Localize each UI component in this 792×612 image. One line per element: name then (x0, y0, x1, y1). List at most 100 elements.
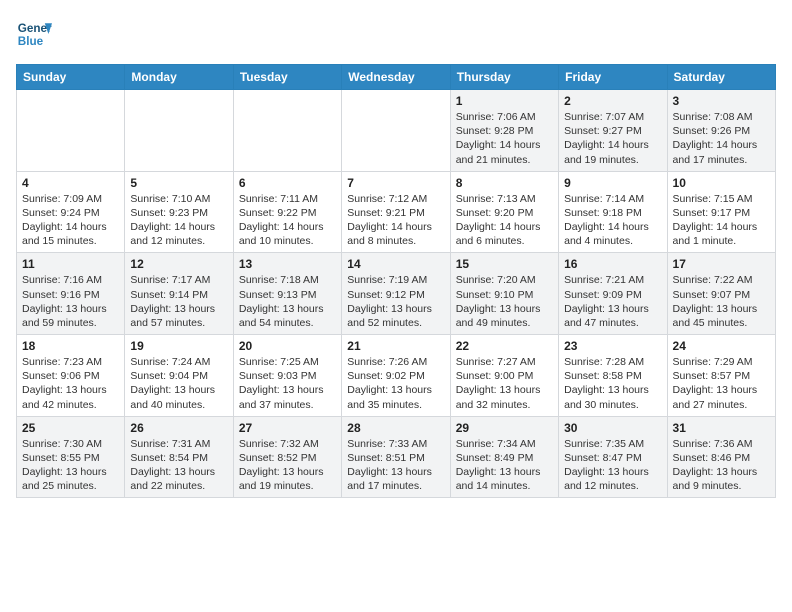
day-number: 1 (456, 94, 553, 108)
day-number: 12 (130, 257, 227, 271)
day-info: Sunrise: 7:13 AM Sunset: 9:20 PM Dayligh… (456, 192, 553, 249)
calendar-cell: 31 Sunrise: 7:36 AM Sunset: 8:46 PM Dayli… (667, 416, 775, 498)
calendar-cell: 23 Sunrise: 7:28 AM Sunset: 8:58 PM Dayli… (559, 335, 667, 417)
day-info: Sunrise: 7:08 AM Sunset: 9:26 PM Dayligh… (673, 110, 770, 167)
calendar-cell: 18Sunrise: 7:23 AM Sunset: 9:06 PM Dayli… (17, 335, 125, 417)
calendar-cell: 25 Sunrise: 7:30 AM Sunset: 8:55 PM Dayli… (17, 416, 125, 498)
day-header-row: SundayMondayTuesdayWednesdayThursdayFrid… (17, 65, 776, 90)
day-info: Sunrise: 7:20 AM Sunset: 9:10 PM Dayligh… (456, 273, 553, 330)
day-info: Sunrise: 7:06 AM Sunset: 9:28 PM Dayligh… (456, 110, 553, 167)
week-row-1: 1 Sunrise: 7:06 AM Sunset: 9:28 PM Daylig… (17, 90, 776, 172)
logo: General Blue (16, 16, 52, 52)
day-info: Sunrise: 7:17 AM Sunset: 9:14 PM Dayligh… (130, 273, 227, 330)
day-number: 7 (347, 176, 444, 190)
day-number: 4 (22, 176, 119, 190)
day-info: Sunrise: 7:21 AM Sunset: 9:09 PM Dayligh… (564, 273, 661, 330)
day-number: 21 (347, 339, 444, 353)
logo-icon: General Blue (16, 16, 52, 52)
day-header-sunday: Sunday (17, 65, 125, 90)
calendar-cell (342, 90, 450, 172)
day-info: Sunrise: 7:35 AM Sunset: 8:47 PM Dayligh… (564, 437, 661, 494)
calendar-cell: 30 Sunrise: 7:35 AM Sunset: 8:47 PM Dayli… (559, 416, 667, 498)
calendar-cell: 14 Sunrise: 7:19 AM Sunset: 9:12 PM Dayli… (342, 253, 450, 335)
calendar-table: SundayMondayTuesdayWednesdayThursdayFrid… (16, 64, 776, 498)
calendar-cell: 15 Sunrise: 7:20 AM Sunset: 9:10 PM Dayli… (450, 253, 558, 335)
day-number: 10 (673, 176, 770, 190)
calendar-cell: 11Sunrise: 7:16 AM Sunset: 9:16 PM Dayli… (17, 253, 125, 335)
day-header-tuesday: Tuesday (233, 65, 341, 90)
day-number: 8 (456, 176, 553, 190)
day-number: 19 (130, 339, 227, 353)
day-info: Sunrise: 7:32 AM Sunset: 8:52 PM Dayligh… (239, 437, 336, 494)
calendar-cell: 19 Sunrise: 7:24 AM Sunset: 9:04 PM Dayli… (125, 335, 233, 417)
calendar-cell (125, 90, 233, 172)
day-info: Sunrise: 7:34 AM Sunset: 8:49 PM Dayligh… (456, 437, 553, 494)
calendar-cell: 16 Sunrise: 7:21 AM Sunset: 9:09 PM Dayli… (559, 253, 667, 335)
calendar-cell: 12 Sunrise: 7:17 AM Sunset: 9:14 PM Dayli… (125, 253, 233, 335)
day-number: 15 (456, 257, 553, 271)
calendar-cell (17, 90, 125, 172)
day-info: Sunrise: 7:24 AM Sunset: 9:04 PM Dayligh… (130, 355, 227, 412)
day-number: 18 (22, 339, 119, 353)
day-info: Sunrise: 7:18 AM Sunset: 9:13 PM Dayligh… (239, 273, 336, 330)
day-number: 24 (673, 339, 770, 353)
day-header-saturday: Saturday (667, 65, 775, 90)
day-number: 5 (130, 176, 227, 190)
day-number: 22 (456, 339, 553, 353)
day-number: 9 (564, 176, 661, 190)
day-number: 17 (673, 257, 770, 271)
calendar-cell: 4 Sunrise: 7:09 AM Sunset: 9:24 PM Daylig… (17, 171, 125, 253)
day-info: Sunrise: 7:28 AM Sunset: 8:58 PM Dayligh… (564, 355, 661, 412)
day-number: 28 (347, 421, 444, 435)
day-number: 27 (239, 421, 336, 435)
day-header-monday: Monday (125, 65, 233, 90)
week-row-2: 4 Sunrise: 7:09 AM Sunset: 9:24 PM Daylig… (17, 171, 776, 253)
calendar-cell: 24 Sunrise: 7:29 AM Sunset: 8:57 PM Dayli… (667, 335, 775, 417)
day-info: Sunrise: 7:30 AM Sunset: 8:55 PM Dayligh… (22, 437, 119, 494)
week-row-3: 11Sunrise: 7:16 AM Sunset: 9:16 PM Dayli… (17, 253, 776, 335)
svg-text:Blue: Blue (18, 35, 44, 48)
day-info: Sunrise: 7:27 AM Sunset: 9:00 PM Dayligh… (456, 355, 553, 412)
day-number: 13 (239, 257, 336, 271)
calendar-cell: 8 Sunrise: 7:13 AM Sunset: 9:20 PM Daylig… (450, 171, 558, 253)
calendar-cell: 1 Sunrise: 7:06 AM Sunset: 9:28 PM Daylig… (450, 90, 558, 172)
day-number: 16 (564, 257, 661, 271)
day-header-friday: Friday (559, 65, 667, 90)
page-header: General Blue (16, 16, 776, 52)
day-number: 20 (239, 339, 336, 353)
calendar-cell: 9Sunrise: 7:14 AM Sunset: 9:18 PM Daylig… (559, 171, 667, 253)
day-info: Sunrise: 7:25 AM Sunset: 9:03 PM Dayligh… (239, 355, 336, 412)
calendar-cell: 22 Sunrise: 7:27 AM Sunset: 9:00 PM Dayli… (450, 335, 558, 417)
calendar-cell: 10 Sunrise: 7:15 AM Sunset: 9:17 PM Dayli… (667, 171, 775, 253)
day-info: Sunrise: 7:29 AM Sunset: 8:57 PM Dayligh… (673, 355, 770, 412)
calendar-cell: 26Sunrise: 7:31 AM Sunset: 8:54 PM Dayli… (125, 416, 233, 498)
calendar-cell: 20 Sunrise: 7:25 AM Sunset: 9:03 PM Dayli… (233, 335, 341, 417)
day-info: Sunrise: 7:10 AM Sunset: 9:23 PM Dayligh… (130, 192, 227, 249)
day-info: Sunrise: 7:12 AM Sunset: 9:21 PM Dayligh… (347, 192, 444, 249)
day-number: 30 (564, 421, 661, 435)
day-info: Sunrise: 7:15 AM Sunset: 9:17 PM Dayligh… (673, 192, 770, 249)
day-info: Sunrise: 7:19 AM Sunset: 9:12 PM Dayligh… (347, 273, 444, 330)
calendar-cell: 13 Sunrise: 7:18 AM Sunset: 9:13 PM Dayli… (233, 253, 341, 335)
day-number: 3 (673, 94, 770, 108)
calendar-cell: 2Sunrise: 7:07 AM Sunset: 9:27 PM Daylig… (559, 90, 667, 172)
day-number: 23 (564, 339, 661, 353)
day-number: 11 (22, 257, 119, 271)
day-header-thursday: Thursday (450, 65, 558, 90)
calendar-cell: 6Sunrise: 7:11 AM Sunset: 9:22 PM Daylig… (233, 171, 341, 253)
day-info: Sunrise: 7:31 AM Sunset: 8:54 PM Dayligh… (130, 437, 227, 494)
calendar-cell (233, 90, 341, 172)
day-number: 25 (22, 421, 119, 435)
calendar-cell: 17Sunrise: 7:22 AM Sunset: 9:07 PM Dayli… (667, 253, 775, 335)
calendar-cell: 28Sunrise: 7:33 AM Sunset: 8:51 PM Dayli… (342, 416, 450, 498)
week-row-4: 18Sunrise: 7:23 AM Sunset: 9:06 PM Dayli… (17, 335, 776, 417)
day-info: Sunrise: 7:09 AM Sunset: 9:24 PM Dayligh… (22, 192, 119, 249)
day-number: 31 (673, 421, 770, 435)
calendar-cell: 3 Sunrise: 7:08 AM Sunset: 9:26 PM Daylig… (667, 90, 775, 172)
day-number: 14 (347, 257, 444, 271)
day-info: Sunrise: 7:11 AM Sunset: 9:22 PM Dayligh… (239, 192, 336, 249)
day-info: Sunrise: 7:07 AM Sunset: 9:27 PM Dayligh… (564, 110, 661, 167)
day-info: Sunrise: 7:36 AM Sunset: 8:46 PM Dayligh… (673, 437, 770, 494)
calendar-cell: 7 Sunrise: 7:12 AM Sunset: 9:21 PM Daylig… (342, 171, 450, 253)
calendar-cell: 5 Sunrise: 7:10 AM Sunset: 9:23 PM Daylig… (125, 171, 233, 253)
